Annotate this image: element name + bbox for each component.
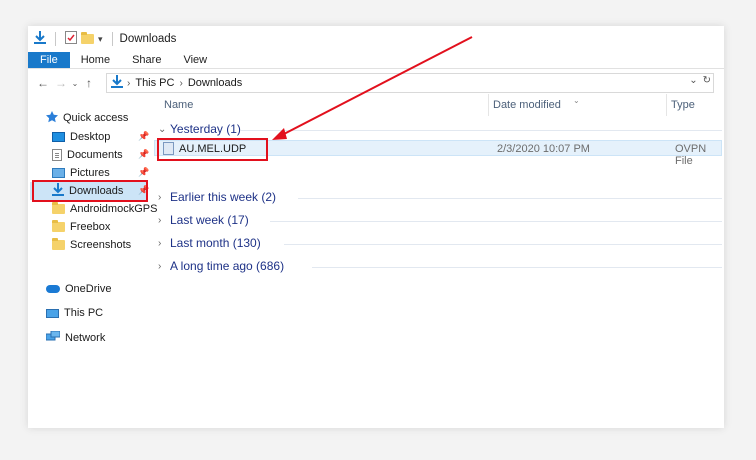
group-yesterday[interactable]: ⌄ Yesterday (1) [158,120,241,138]
file-explorer-window: ▾ Downloads File Home Share View ← → ⌄ ↑… [28,26,724,428]
file-type-cell: OVPN File [675,143,707,167]
pin-icon: 📌 [138,149,150,159]
sidebar-item-androidmockgps[interactable]: AndroidmockGPS [52,200,157,218]
navigation-pane: Quick access Desktop 📌 Documents 📌 Pictu… [28,106,157,428]
chevron-right-icon: › [158,237,162,249]
group-divider [298,198,722,199]
back-arrow-icon[interactable]: ← [34,74,52,92]
address-bar[interactable]: › This PC › Downloads ⌄ ↻ [106,73,714,93]
group-divider [240,130,722,131]
group-a-long-time-ago[interactable]: › A long time ago (686) [158,257,284,275]
sidebar-item-network[interactable]: Network [45,329,105,347]
navigation-row: ← → ⌄ ↑ › This PC › Downloads ⌄ ↻ [28,72,724,94]
tab-home[interactable]: Home [70,52,121,68]
forward-arrow-icon[interactable]: → [52,74,70,92]
group-earlier-this-week[interactable]: › Earlier this week (2) [158,188,276,206]
sidebar-item-documents[interactable]: Documents 📌 [52,146,150,164]
file-date-cell: 2/3/2020 10:07 PM [497,143,590,155]
properties-icon[interactable] [65,31,77,47]
nav-quick-access[interactable]: Quick access [46,109,128,127]
documents-icon [52,149,62,161]
column-header-name[interactable]: Name [152,94,488,116]
column-header-type[interactable]: Type [666,94,724,116]
file-highlight-box [157,138,268,161]
breadcrumb-chevron-icon: › [127,77,131,89]
pin-icon: 📌 [138,167,150,177]
folder-icon [52,238,65,250]
tab-file[interactable]: File [28,52,70,68]
computer-icon [46,308,59,318]
group-divider [284,244,722,245]
group-divider [270,221,722,222]
group-last-month[interactable]: › Last month (130) [158,234,261,252]
sort-caret-icon: ⌄ [573,96,580,105]
new-folder-icon[interactable] [81,31,94,46]
tab-share[interactable]: Share [121,52,172,68]
up-arrow-icon[interactable]: ↑ [80,74,98,92]
address-actions: ⌄ ↻ [689,75,711,86]
sidebar-item-freebox[interactable]: Freebox [52,218,110,236]
ribbon-tabs: File Home Share View [28,52,724,69]
quick-access-toolbar: ▾ [34,31,118,47]
downloads-highlight-box [32,180,148,202]
group-last-week[interactable]: › Last week (17) [158,211,249,229]
breadcrumb-downloads[interactable]: Downloads [188,77,242,89]
pin-icon: 📌 [138,131,150,141]
title-separator-2 [111,32,113,46]
star-icon [46,110,58,126]
pictures-icon [52,168,65,178]
chevron-right-icon: › [158,191,162,203]
group-divider [312,267,722,268]
breadcrumb-chevron-icon: › [179,77,183,89]
folder-icon [52,220,65,232]
chevron-right-icon: › [158,214,162,226]
breadcrumb-this-pc[interactable]: This PC [135,77,174,89]
sidebar-item-screenshots[interactable]: Screenshots [52,236,131,254]
desktop-icon [52,132,65,142]
title-separator [55,32,56,46]
sidebar-item-onedrive[interactable]: OneDrive [46,280,111,298]
address-dropdown-icon[interactable]: ⌄ [689,75,697,86]
network-icon [45,330,61,345]
tab-view[interactable]: View [172,52,218,68]
onedrive-cloud-icon [46,285,60,293]
chevron-down-icon: ⌄ [158,123,167,135]
sidebar-item-this-pc[interactable]: This PC [46,304,103,322]
sidebar-item-desktop[interactable]: Desktop 📌 [52,128,150,146]
downloads-location-icon [111,75,123,91]
recent-locations-chevron-icon[interactable]: ⌄ [70,74,80,92]
customize-dropdown-icon[interactable]: ▾ [98,34,103,45]
chevron-right-icon: › [158,260,162,272]
folder-icon [52,202,65,214]
download-arrow-icon[interactable] [34,31,46,47]
refresh-icon[interactable]: ↻ [703,75,711,86]
window-title: Downloads [119,33,177,45]
title-bar: ▾ Downloads [28,26,724,52]
